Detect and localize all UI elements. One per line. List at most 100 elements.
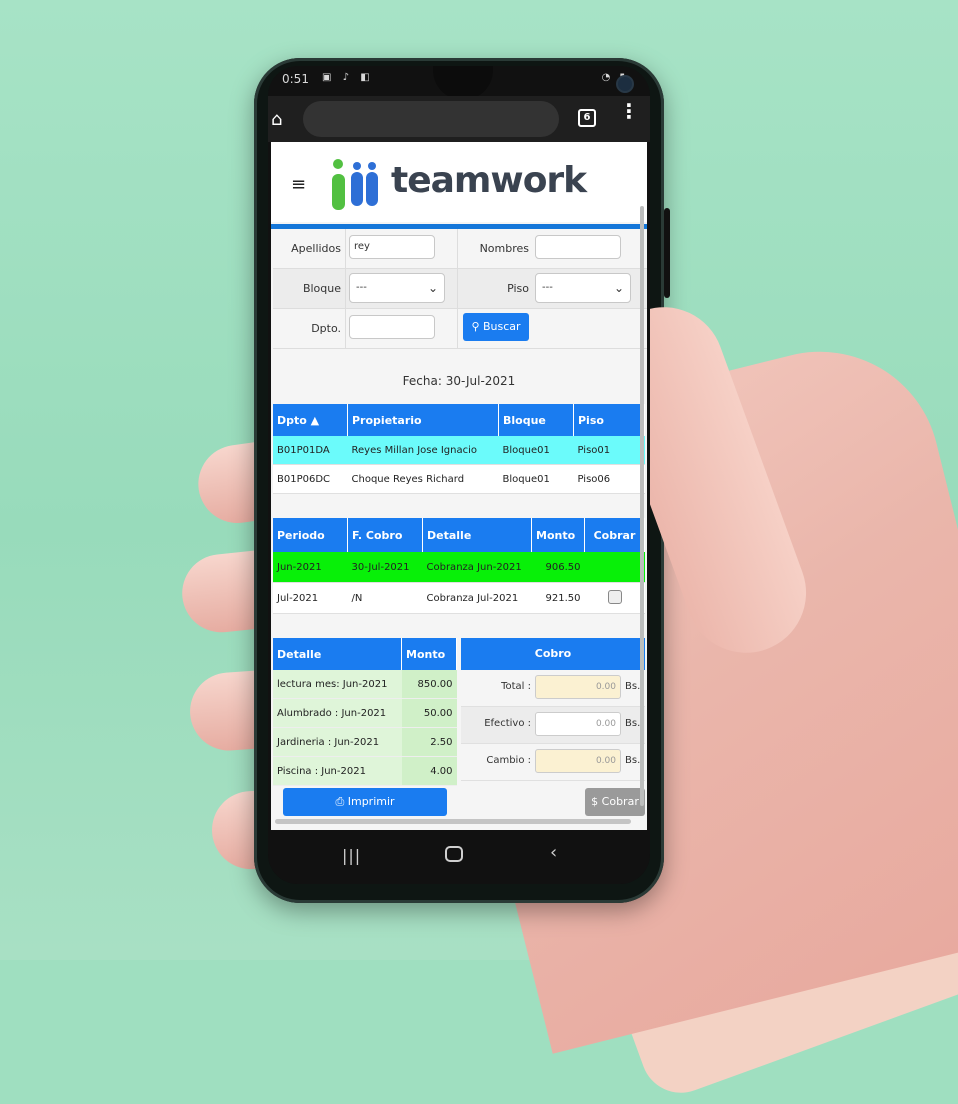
horizontal-scrollbar[interactable] [275, 819, 631, 824]
cell: 4.00 [401, 756, 457, 786]
currency-unit: Bs. [625, 718, 641, 729]
chevron-down-icon: ⌄ [613, 281, 624, 295]
cell: Piso06 [573, 464, 645, 494]
apellidos-input[interactable]: rey [349, 235, 435, 259]
status-time: 0:51 [282, 72, 309, 86]
cell: lectura mes: Jun-2021 [273, 670, 402, 699]
cambio-label: Cambio : [486, 755, 531, 766]
cell: Bloque01 [498, 436, 574, 465]
table-row[interactable]: B01P06DC Choque Reyes Richard Bloque01 P… [273, 464, 645, 494]
form-row: Apellidos rey Nombres [273, 229, 647, 269]
divider [345, 269, 346, 308]
cell: Piso01 [573, 436, 645, 465]
brand-name: teamwork [391, 160, 587, 201]
efectivo-input[interactable]: 0.00 [535, 712, 621, 736]
cobrar-label: Cobrar [601, 795, 639, 808]
table-row: Jardineria : Jun-2021 2.50 [273, 727, 457, 757]
column-header[interactable]: Bloque [498, 404, 574, 436]
table-row: Piscina : Jun-2021 4.00 [273, 756, 457, 786]
back-icon[interactable]: ‹ [550, 842, 557, 863]
menu-icon[interactable]: ≡ [291, 174, 306, 195]
detail-table: Detalle Monto lectura mes: Jun-2021 850.0… [273, 638, 457, 786]
cell: Piscina : Jun-2021 [273, 756, 402, 786]
table-row[interactable]: Jul-2021 /N Cobranza Jul-2021 921.50 [273, 582, 645, 614]
dpto-input[interactable] [349, 315, 435, 339]
divider [457, 309, 458, 348]
cell [584, 552, 645, 583]
cobro-title: Cobro [461, 638, 645, 670]
total-label: Total : [501, 681, 531, 692]
divider [345, 309, 346, 348]
cell: /N [347, 582, 423, 614]
cobrar-button[interactable]: $ Cobrar [585, 788, 645, 816]
nombres-input[interactable] [535, 235, 621, 259]
table-row: Alumbrado : Jun-2021 50.00 [273, 698, 457, 728]
piso-value: --- [542, 282, 553, 293]
bloque-value: --- [356, 282, 367, 293]
address-bar[interactable] [303, 101, 559, 137]
efectivo-row: Efectivo : 0.00 Bs. [461, 707, 645, 744]
table-row[interactable]: Jun-2021 30-Jul-2021 Cobranza Jun-2021 9… [273, 552, 645, 583]
currency-unit: Bs. [625, 755, 641, 766]
column-header: Monto [531, 518, 585, 552]
home-icon[interactable]: ⌂ [271, 109, 282, 130]
browser-toolbar: ⌂ 6 ⋮ [268, 96, 650, 142]
dpto-label: Dpto. [311, 322, 341, 335]
efectivo-label: Efectivo : [484, 718, 531, 729]
divider [345, 229, 346, 268]
apellidos-label: Apellidos [291, 242, 341, 255]
cell: Jul-2021 [273, 582, 348, 614]
form-row: Bloque --- ⌄ Piso --- ⌄ [273, 269, 647, 309]
cell: 906.50 [531, 552, 585, 583]
total-field: 0.00 [535, 675, 621, 699]
cell: 921.50 [531, 582, 585, 614]
cambio-row: Cambio : 0.00 Bs. [461, 744, 645, 781]
notification-icons: ▣ ♪ ◧ [322, 72, 374, 83]
nombres-label: Nombres [479, 242, 529, 255]
column-header: Detalle [273, 638, 402, 670]
buscar-label: Buscar [483, 320, 521, 333]
camera-icon [616, 75, 634, 93]
search-icon: ⚲ [471, 320, 483, 333]
more-options-icon[interactable]: ⋮ [619, 101, 639, 121]
tab-count-button[interactable]: 6 [578, 109, 596, 127]
vertical-scrollbar[interactable] [640, 206, 644, 806]
cell: 30-Jul-2021 [347, 552, 423, 583]
bloque-label: Bloque [302, 282, 341, 295]
cell: Bloque01 [498, 464, 574, 494]
column-header: Periodo [273, 518, 348, 552]
cell: 850.00 [401, 670, 457, 699]
fecha-label: Fecha: 30-Jul-2021 [402, 374, 516, 388]
column-header: Cobrar [584, 518, 645, 552]
cell: Cobranza Jun-2021 [422, 552, 532, 583]
search-form: Apellidos rey Nombres Bloque --- ⌄ Piso -… [273, 229, 647, 349]
divider [457, 229, 458, 268]
imprimir-button[interactable]: ⎙ Imprimir [283, 788, 447, 816]
total-row: Total : 0.00 Bs. [461, 670, 645, 707]
column-header[interactable]: Propietario [347, 404, 499, 436]
cell: Jardineria : Jun-2021 [273, 727, 402, 757]
periods-table: Periodo F. Cobro Detalle Monto Cobrar Ju… [273, 518, 645, 614]
imprimir-label: Imprimir [347, 795, 395, 808]
bloque-select[interactable]: --- ⌄ [349, 273, 445, 303]
column-header[interactable]: Piso [573, 404, 645, 436]
column-header: Detalle [422, 518, 532, 552]
column-header[interactable]: Dpto ▲ [273, 404, 348, 436]
cobrar-checkbox[interactable] [607, 589, 622, 604]
cell: Jun-2021 [273, 552, 348, 583]
cell: 2.50 [401, 727, 457, 757]
buscar-button[interactable]: ⚲ Buscar [463, 313, 529, 341]
cell: B01P01DA [273, 436, 348, 465]
home-button-icon[interactable] [445, 846, 463, 862]
recent-apps-icon[interactable]: ||| [342, 846, 361, 865]
cell: Choque Reyes Richard [347, 464, 499, 494]
form-row: Dpto. ⚲ Buscar [273, 309, 647, 349]
cell: Alumbrado : Jun-2021 [273, 698, 402, 728]
chevron-down-icon: ⌄ [427, 281, 438, 295]
column-header: Monto [401, 638, 457, 670]
table-row[interactable]: B01P01DA Reyes Millan Jose Ignacio Bloqu… [273, 436, 645, 465]
piso-select[interactable]: --- ⌄ [535, 273, 631, 303]
cobro-panel: Cobro Total : 0.00 Bs. Efectivo : 0.00 B… [461, 638, 645, 781]
printer-icon: ⎙ [335, 795, 348, 808]
piso-label: Piso [507, 282, 529, 295]
